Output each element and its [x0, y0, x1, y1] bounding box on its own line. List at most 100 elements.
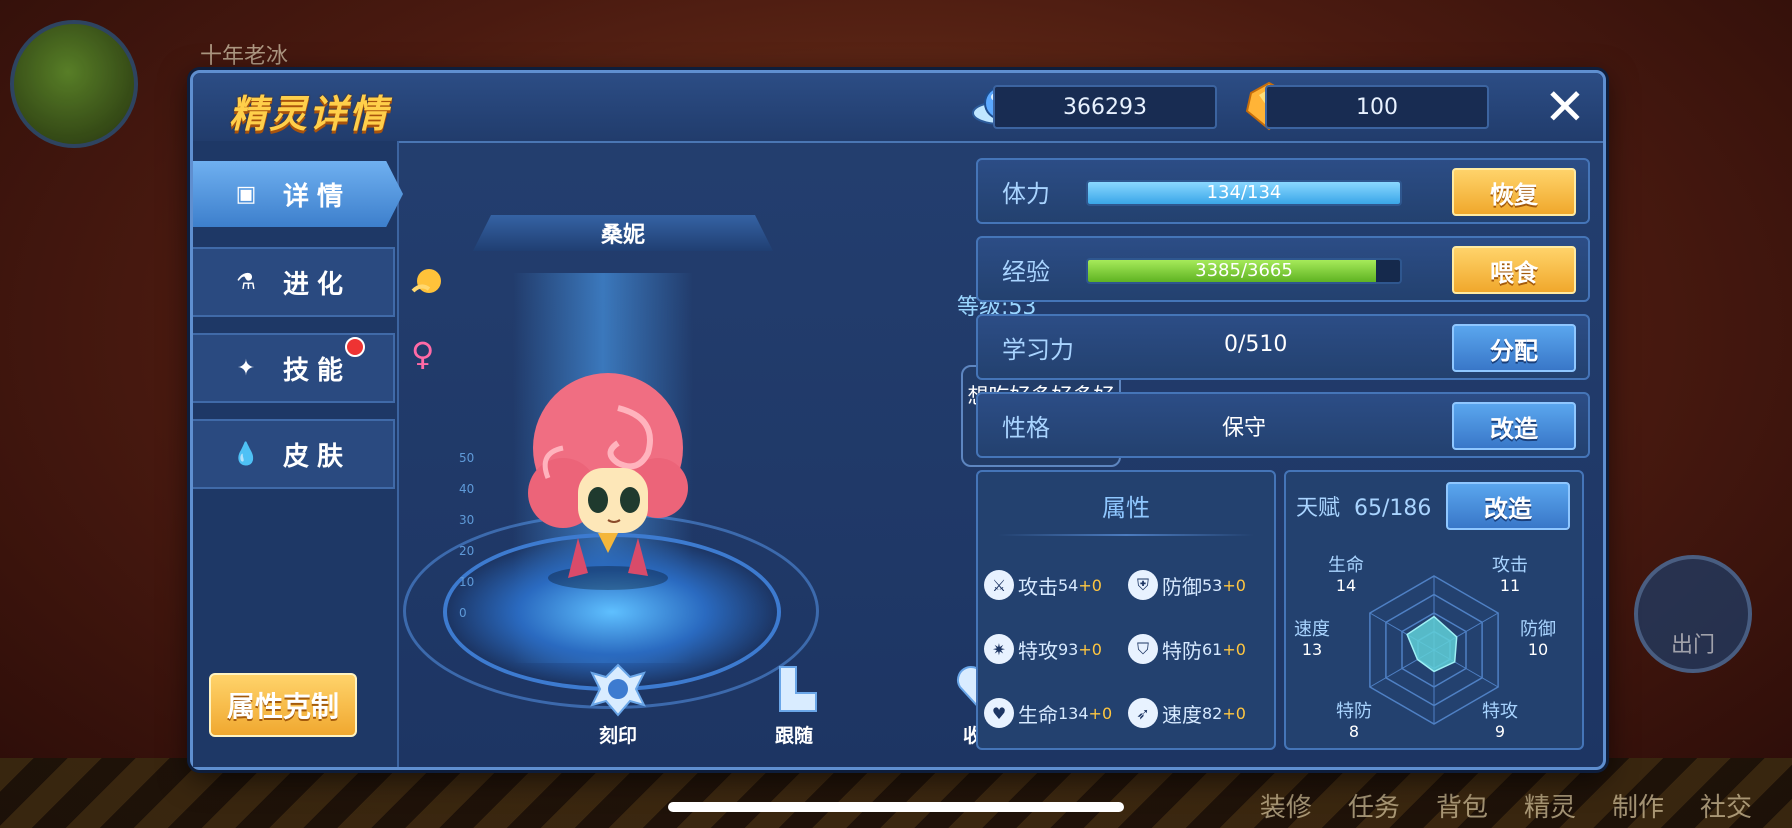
tab-evolve[interactable]: ⚗ 进化 — [193, 247, 395, 317]
attributes-panel: 属性 ⚔ 攻击 54 +0 ⛨ 防御 53 +0 ✷ 特攻 93 +0 ⛉ 特防 61 +0 ♥… — [976, 470, 1276, 750]
talent-radar-chart — [1369, 575, 1499, 725]
radar-value: 9 — [1494, 722, 1506, 741]
female-gender-icon: ♀ — [411, 335, 435, 373]
radar-name: 防御 — [1520, 619, 1556, 640]
flask-icon: ⚗ — [236, 269, 256, 295]
nav-item[interactable]: 任务 — [1348, 787, 1400, 824]
tick-label: 40 — [459, 482, 475, 496]
hp-icon: ♥ — [984, 698, 1014, 728]
nature-row: 性格 保守 改造 — [976, 392, 1590, 458]
radar-label-speed: 速度 13 — [1294, 620, 1330, 660]
tab-label: 详情 — [283, 181, 352, 212]
stat-sp-attack: ✷ 特攻 93 +0 — [984, 634, 1102, 664]
stat-hp: ♥ 生命 134 +0 — [984, 698, 1112, 728]
allocate-button[interactable]: 分配 — [1452, 324, 1576, 372]
gems-counter: 100 — [1265, 85, 1489, 129]
pet-sprite[interactable] — [508, 368, 708, 598]
nav-item[interactable]: 装修 — [1260, 787, 1312, 824]
sp-attack-icon: ✷ — [984, 634, 1014, 664]
player-name: 十年老冰 — [200, 44, 289, 69]
home-indicator[interactable] — [668, 802, 1124, 812]
scale-left: 50 40 30 20 10 0 — [459, 443, 474, 629]
stat-defense: ⛨ 防御 53 +0 — [1128, 570, 1246, 600]
stat-bonus: +0 — [1078, 575, 1102, 595]
radar-value: 14 — [1335, 576, 1357, 595]
hp-row: 体力 134/134 恢复 — [976, 158, 1590, 224]
learning-label: 学习力 — [1002, 336, 1074, 364]
radar-label-defense: 防御 10 — [1520, 620, 1556, 660]
exp-bar: 3385/3665 — [1086, 258, 1402, 284]
sp-defense-icon: ⛉ — [1128, 634, 1158, 664]
tab-label: 皮肤 — [283, 441, 352, 472]
tick-label: 0 — [459, 606, 467, 620]
divider — [998, 534, 1254, 536]
action-label: 跟随 — [774, 725, 813, 747]
tab-label: 技能 — [283, 355, 352, 386]
radar-label-hp: 生命 14 — [1328, 556, 1364, 596]
radar-value: 11 — [1499, 576, 1521, 595]
stat-value: 61 — [1202, 639, 1223, 659]
radar-label-attack: 攻击 11 — [1492, 556, 1528, 596]
exp-label: 经验 — [1002, 258, 1050, 286]
seal-button[interactable]: 刻印 — [583, 663, 653, 748]
stat-value: 82 — [1202, 703, 1223, 723]
details-icon: ▣ — [235, 181, 257, 207]
learning-row: 学习力 0/510 分配 — [976, 314, 1590, 380]
nav-item[interactable]: 精灵 — [1524, 787, 1576, 824]
stat-attack: ⚔ 攻击 54 +0 — [984, 570, 1102, 600]
nav-item[interactable]: 背包 — [1436, 787, 1488, 824]
dialog-title: 精灵详情 — [229, 92, 390, 136]
radar-label-sp-attack: 特攻 9 — [1482, 702, 1518, 742]
stat-name: 特防 — [1162, 638, 1202, 663]
exp-row: 经验 3385/3665 喂食 — [976, 236, 1590, 302]
stat-value: 134 — [1058, 703, 1089, 723]
type-chart-button[interactable]: 属性克制 — [209, 673, 357, 737]
action-label: 刻印 — [598, 725, 637, 747]
radar-value: 13 — [1301, 640, 1323, 659]
stat-value: 93 — [1058, 639, 1079, 659]
boot-icon — [779, 666, 817, 712]
tab-label: 进化 — [283, 269, 352, 300]
pet-name: 桑妮 — [473, 215, 773, 251]
nature-modify-button[interactable]: 改造 — [1452, 402, 1576, 450]
tick-label: 10 — [459, 575, 475, 589]
stat-name: 特攻 — [1018, 638, 1058, 663]
tick-label: 30 — [459, 513, 475, 527]
nature-label: 性格 — [1002, 414, 1050, 442]
restore-button[interactable]: 恢复 — [1452, 168, 1576, 216]
follow-button[interactable]: 跟随 — [759, 663, 829, 748]
radar-name: 特攻 — [1482, 701, 1518, 722]
player-avatar — [10, 20, 138, 148]
radar-label-sp-defense: 特防 8 — [1336, 702, 1372, 742]
radar-name: 特防 — [1336, 701, 1372, 722]
stat-bonus: +0 — [1222, 639, 1246, 659]
stat-value: 54 — [1058, 575, 1079, 595]
close-icon[interactable]: ✕ — [1543, 82, 1587, 132]
defense-icon: ⛨ — [1128, 570, 1158, 600]
skill-icon: ✦ — [236, 355, 256, 381]
radar-value: 10 — [1527, 640, 1549, 659]
tab-skills[interactable]: ✦ 技能 — [193, 333, 395, 403]
tab-skins[interactable]: 💧 皮肤 — [193, 419, 395, 489]
hp-label: 体力 — [1002, 180, 1050, 208]
hp-value: 134/134 — [1206, 182, 1282, 203]
dialog-header: 精灵详情 366293 100 ✕ — [193, 73, 1603, 143]
stat-value: 53 — [1202, 575, 1223, 595]
attributes-title: 属性 — [1102, 494, 1150, 522]
speed-icon: ➶ — [1128, 698, 1158, 728]
nature-value: 保守 — [1222, 416, 1267, 441]
stat-name: 生命 — [1018, 702, 1058, 727]
nav-item[interactable]: 制作 — [1612, 787, 1664, 824]
attack-icon: ⚔ — [984, 570, 1014, 600]
nav-item[interactable]: 社交 — [1700, 787, 1752, 824]
exit-button[interactable]: 出门 — [1634, 555, 1752, 673]
feed-button[interactable]: 喂食 — [1452, 246, 1576, 294]
stat-bonus: +0 — [1222, 575, 1246, 595]
stat-name: 攻击 — [1018, 574, 1058, 599]
bottom-nav: 装修 任务 背包 精灵 制作 社交 — [1260, 787, 1752, 824]
fire-type-icon — [411, 269, 441, 293]
stat-speed: ➶ 速度 82 +0 — [1128, 698, 1246, 728]
tab-details[interactable]: ▣ 详情 — [193, 161, 403, 227]
hp-bar: 134/134 — [1086, 180, 1402, 206]
tick-label: 50 — [459, 451, 475, 465]
